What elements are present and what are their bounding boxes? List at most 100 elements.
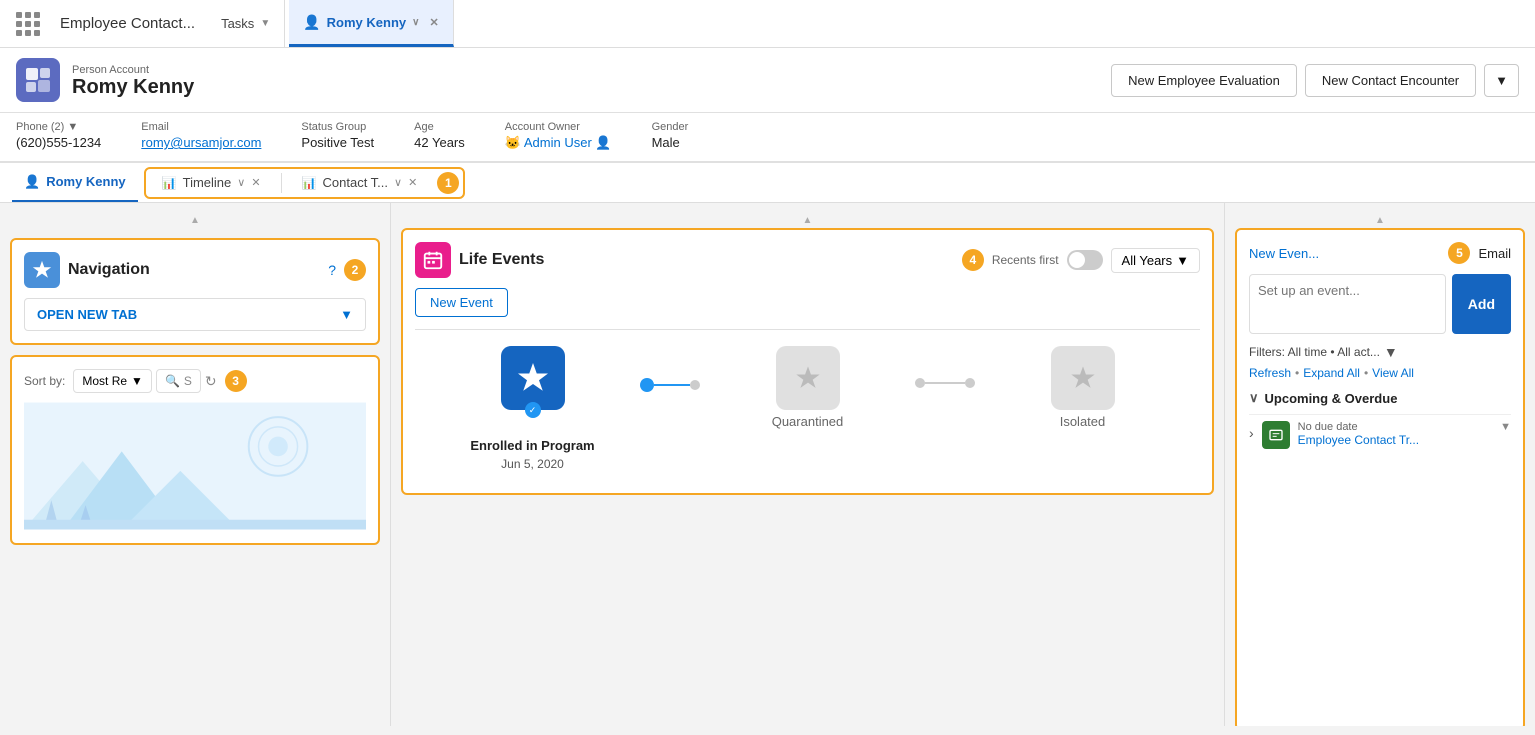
center-panel: ▲ Life Events 4 Recents first (390, 203, 1225, 726)
right-scroll-up[interactable]: ▲ (1235, 213, 1525, 228)
nav-star-icon (24, 252, 60, 288)
account-owner-label: Account Owner (505, 121, 612, 133)
sub-nav: 👤 Romy Kenny 📊 Timeline ∨ ✕ 📊 Contact T.… (0, 163, 1535, 203)
view-all-link[interactable]: View All (1372, 366, 1414, 380)
header-left: Person Account Romy Kenny (16, 58, 194, 102)
task-due-label: No due date (1298, 421, 1358, 433)
life-events-panel: Life Events 4 Recents first All Years ▼ … (401, 228, 1214, 495)
gender-label: Gender (652, 121, 689, 133)
tab-romy-close-icon[interactable]: ✕ (429, 16, 438, 29)
email-value[interactable]: romy@ursamjor.com (141, 135, 261, 150)
expand-all-link[interactable]: Expand All (1303, 366, 1360, 380)
sub-tab-contactt-collapse-icon[interactable]: ∨ (394, 176, 402, 189)
right-panel: ▲ New Even... 5 Email Set up an event...… (1225, 203, 1535, 726)
refresh-link[interactable]: Refresh (1249, 366, 1291, 380)
tab-romy-dropdown-icon[interactable]: ∨ (412, 17, 419, 28)
status-group-field: Status Group Positive Test (301, 121, 374, 151)
new-event-button[interactable]: New Event (415, 288, 508, 317)
task-expand-icon[interactable]: › (1249, 425, 1254, 441)
sub-tab-timeline[interactable]: 📊 Timeline ∨ ✕ (150, 169, 273, 197)
open-new-tab-dropdown-icon: ▼ (340, 307, 353, 322)
filter-icon[interactable]: ▼ (1384, 344, 1398, 360)
header-title-area: Person Account Romy Kenny (72, 61, 194, 99)
timeline-line-1 (654, 384, 690, 386)
add-event-button[interactable]: Add (1452, 274, 1511, 334)
nav-question-icon[interactable]: ? (328, 262, 336, 278)
life-events-title: Life Events (459, 251, 954, 269)
header-right: New Employee Evaluation New Contact Enco… (1111, 64, 1519, 97)
timeline-dot-3 (915, 378, 925, 388)
enrolled-label: Enrolled in Program (470, 438, 594, 453)
sort-search-box[interactable]: 🔍 S (156, 369, 201, 393)
sort-header: Sort by: Most Re ▼ 🔍 S ↻ 3 (24, 369, 366, 393)
phone-label[interactable]: Phone (2) ▼ (16, 121, 101, 133)
isolated-label: Isolated (1060, 414, 1106, 429)
info-bar: Phone (2) ▼ (620)555-1234 Email romy@urs… (0, 113, 1535, 163)
event-isolated-icon (1051, 346, 1115, 410)
main-content: ▲ Navigation ? 2 OPEN NEW TAB ▼ Sort (0, 203, 1535, 726)
filters-text: Filters: All time • All act... (1249, 345, 1380, 359)
left-panel: ▲ Navigation ? 2 OPEN NEW TAB ▼ Sort (0, 203, 390, 726)
sub-tab-contact-t[interactable]: 📊 Contact T... ∨ ✕ (290, 169, 430, 197)
open-new-tab-button[interactable]: OPEN NEW TAB ▼ (24, 298, 366, 331)
timeline-dot-1 (640, 378, 654, 392)
person-account-icon (16, 58, 60, 102)
center-scroll-up[interactable]: ▲ (401, 213, 1214, 228)
app-title: Employee Contact... (52, 15, 203, 32)
all-years-label: All Years (1122, 253, 1173, 268)
task-title[interactable]: Employee Contact Tr... (1298, 433, 1511, 447)
tab-romy-kenny-label: Romy Kenny (327, 15, 406, 30)
task-dropdown-icon[interactable]: ▼ (1500, 421, 1511, 433)
event-input-row: Set up an event... Add (1249, 274, 1511, 334)
upcoming-chevron-icon[interactable]: ∨ (1249, 390, 1259, 406)
sort-refresh-icon[interactable]: ↻ (205, 373, 217, 390)
nav-title: Navigation (68, 261, 320, 279)
app-grid-icon[interactable] (8, 4, 48, 44)
gender-value: Male (652, 135, 680, 150)
tab-romy-kenny[interactable]: 👤 Romy Kenny ∨ ✕ (289, 0, 453, 47)
account-owner-value[interactable]: 🐱 Admin User 👤 (505, 135, 612, 150)
landscape-illustration (24, 401, 366, 531)
upcoming-label: Upcoming & Overdue (1265, 391, 1398, 406)
new-employee-evaluation-button[interactable]: New Employee Evaluation (1111, 64, 1297, 97)
left-scroll-up[interactable]: ▲ (10, 213, 380, 228)
tab-tasks[interactable]: Tasks ▼ (207, 0, 285, 47)
status-group-label: Status Group (301, 121, 374, 133)
event-input[interactable]: Set up an event... (1249, 274, 1446, 334)
all-years-button[interactable]: All Years ▼ (1111, 248, 1200, 273)
sub-tab-timeline-label: Timeline (183, 175, 232, 190)
recents-first-label: Recents first (992, 253, 1059, 267)
nav-box-header: Navigation ? 2 (24, 252, 366, 288)
sub-tab-contactt-label: Contact T... (323, 175, 389, 190)
task-type-icon (1262, 421, 1290, 449)
phone-field: Phone (2) ▼ (620)555-1234 (16, 121, 101, 151)
sort-select-value: Most Re (82, 374, 127, 388)
event-enrolled-icon: ✓ (501, 346, 565, 410)
new-contact-encounter-button[interactable]: New Contact Encounter (1305, 64, 1476, 97)
quarantined-label: Quarantined (772, 414, 844, 429)
sub-nav-badge: 1 (437, 172, 459, 194)
record-type-label: Person Account (72, 64, 149, 76)
new-event-link[interactable]: New Even... (1249, 246, 1448, 261)
account-owner-field: Account Owner 🐱 Admin User 👤 (505, 121, 612, 151)
status-group-value: Positive Test (301, 135, 374, 150)
sub-tab-group: 📊 Timeline ∨ ✕ 📊 Contact T... ∨ ✕ 1 (144, 167, 466, 199)
sort-select[interactable]: Most Re ▼ (73, 369, 152, 393)
email-label: Email (141, 121, 261, 133)
sub-tab-timeline-collapse-icon[interactable]: ∨ (237, 176, 245, 189)
sort-select-icon: ▼ (131, 374, 143, 388)
sort-search-placeholder: S (184, 374, 192, 388)
sub-tab-contactt-close-icon[interactable]: ✕ (408, 176, 417, 189)
life-events-header: Life Events 4 Recents first All Years ▼ (415, 242, 1200, 278)
event-quarantined-icon (776, 346, 840, 410)
sort-badge: 3 (225, 370, 247, 392)
recents-toggle[interactable] (1067, 250, 1103, 270)
header-more-dropdown-button[interactable]: ▼ (1484, 64, 1519, 97)
sub-tab-timeline-close-icon[interactable]: ✕ (251, 176, 260, 189)
tab-tasks-dropdown-icon[interactable]: ▼ (260, 18, 270, 29)
filters-row: Filters: All time • All act... ▼ (1249, 344, 1511, 360)
sub-tab-romy-label: Romy Kenny (46, 174, 125, 189)
sub-tab-romy-kenny[interactable]: 👤 Romy Kenny (12, 163, 138, 202)
timeline-dot-2 (690, 380, 700, 390)
life-events-badge: 4 (962, 249, 984, 271)
